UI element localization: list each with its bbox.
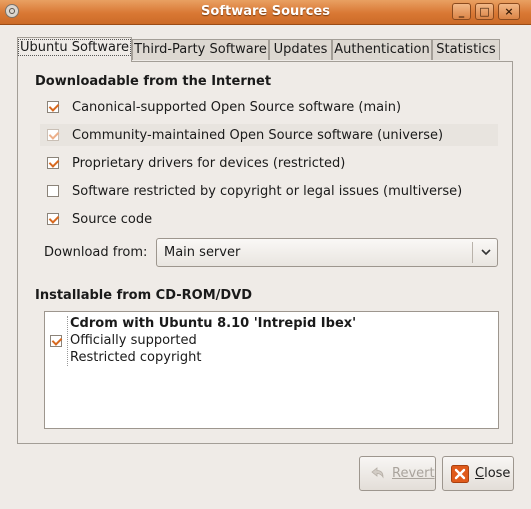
- tab-authentication[interactable]: Authentication: [332, 39, 432, 60]
- download-from-label: Download from:: [44, 245, 148, 260]
- download-server-combo[interactable]: Main server: [156, 238, 498, 267]
- tab-label: Ubuntu Software: [18, 39, 132, 56]
- checkbox[interactable]: [47, 129, 59, 141]
- tab-label: Updates: [273, 42, 328, 57]
- cdrom-entry-copyright: Restricted copyright: [70, 350, 202, 365]
- close-label: Close: [475, 466, 510, 481]
- maximize-button[interactable]: □: [475, 3, 494, 20]
- source-main-row[interactable]: Canonical-supported Open Source software…: [40, 96, 498, 118]
- revert-arrow-icon: [368, 465, 386, 483]
- tab-ubuntu-software[interactable]: Ubuntu Software: [17, 37, 132, 62]
- cdrom-entry-name: Cdrom with Ubuntu 8.10 'Intrepid Ibex': [70, 316, 357, 331]
- source-code-row[interactable]: Source code: [40, 208, 498, 230]
- close-label-rest: lose: [484, 466, 511, 481]
- tab-label: Authentication: [334, 42, 430, 57]
- tree-line: [67, 316, 68, 366]
- cdrom-entry-check[interactable]: [50, 335, 62, 347]
- tab-third-party-software[interactable]: Third-Party Software: [132, 39, 269, 60]
- source-main-label: Canonical-supported Open Source software…: [72, 99, 402, 115]
- minimize-button[interactable]: _: [452, 3, 471, 20]
- source-universe-row[interactable]: Community-maintained Open Source softwar…: [40, 124, 498, 146]
- close-x-icon: [451, 464, 469, 483]
- tab-updates[interactable]: Updates: [269, 39, 332, 60]
- close-label-mnemonic: C: [475, 466, 485, 481]
- title-bar[interactable]: Software Sources _ □ ×: [0, 0, 531, 25]
- source-code-label: Source code: [72, 211, 153, 227]
- tab-label: Statistics: [436, 42, 496, 57]
- checkbox[interactable]: [47, 157, 59, 169]
- close-button[interactable]: Close: [442, 456, 514, 491]
- cdrom-entry-support: Officially supported: [70, 333, 197, 348]
- downloadable-section-title: Downloadable from the Internet: [35, 74, 272, 89]
- checkbox[interactable]: [50, 335, 62, 347]
- checkbox[interactable]: [47, 101, 59, 113]
- cdrom-section-title: Installable from CD-ROM/DVD: [35, 288, 253, 303]
- download-server-value: Main server: [164, 245, 241, 260]
- tab-statistics[interactable]: Statistics: [432, 39, 500, 60]
- combo-separator: [472, 242, 473, 263]
- checkbox[interactable]: [47, 213, 59, 225]
- close-window-button[interactable]: ×: [498, 3, 520, 20]
- source-multiverse-label: Software restricted by copyright or lega…: [72, 183, 463, 199]
- source-universe-label: Community-maintained Open Source softwar…: [72, 127, 444, 143]
- source-restricted-label: Proprietary drivers for devices (restric…: [72, 155, 346, 171]
- source-restricted-row[interactable]: Proprietary drivers for devices (restric…: [40, 152, 498, 174]
- revert-button[interactable]: Revert: [359, 456, 436, 491]
- revert-label: Revert: [392, 466, 435, 481]
- tab-label: Third-Party Software: [134, 42, 267, 57]
- source-multiverse-row[interactable]: Software restricted by copyright or lega…: [40, 180, 498, 202]
- cdrom-list[interactable]: Cdrom with Ubuntu 8.10 'Intrepid Ibex' O…: [44, 311, 499, 429]
- checkbox[interactable]: [47, 185, 59, 197]
- chevron-down-icon[interactable]: [481, 247, 491, 257]
